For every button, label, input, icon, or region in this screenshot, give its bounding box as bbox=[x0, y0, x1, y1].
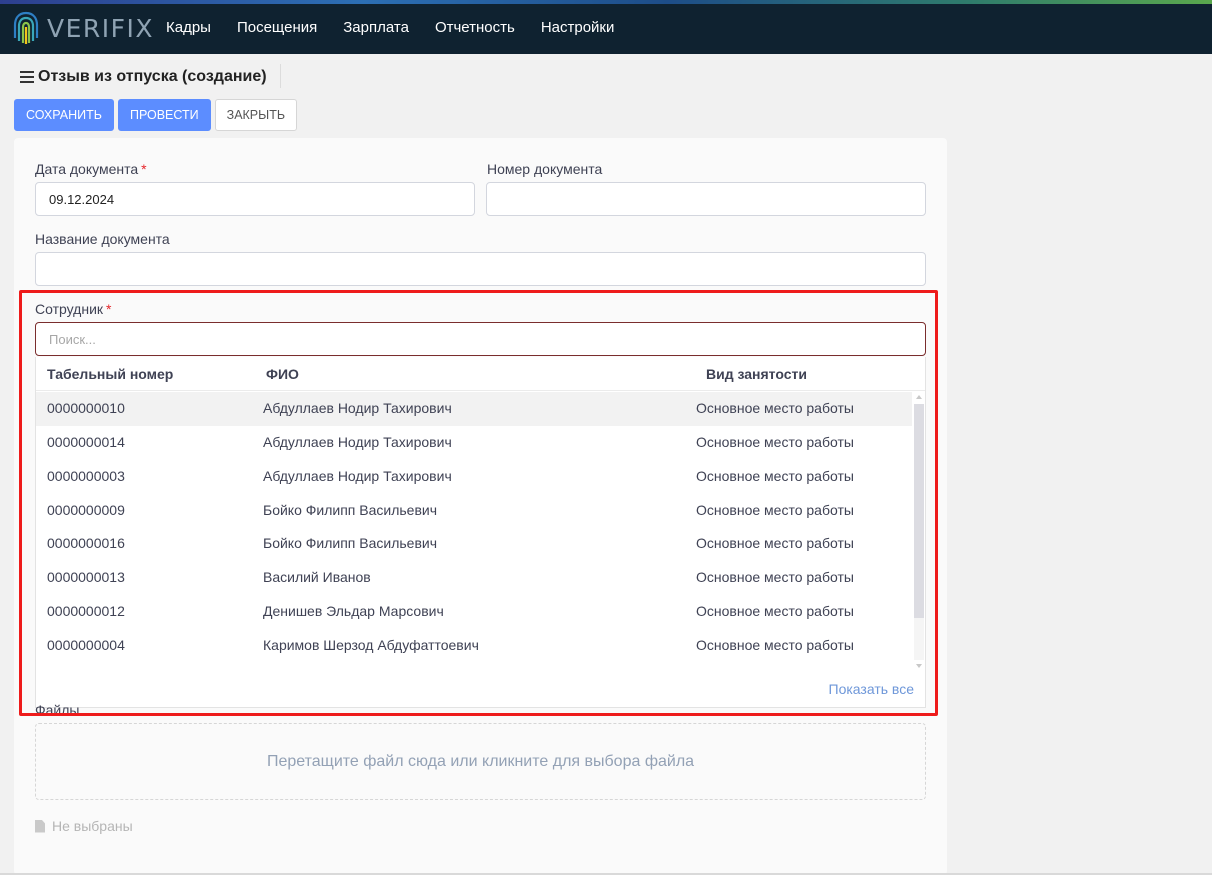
table-row[interactable]: 0000000012 Денишев Эльдар Марсович Основ… bbox=[36, 595, 912, 629]
show-all-link[interactable]: Показать все bbox=[829, 681, 914, 697]
employee-label-text: Сотрудник bbox=[35, 301, 104, 317]
file-icon bbox=[35, 819, 45, 833]
tab-number-cell: 0000000003 bbox=[47, 468, 125, 484]
dropdown-table-header: Табельный номер ФИО Вид занятости bbox=[36, 357, 925, 391]
employment-type-cell: Основное место работы bbox=[696, 400, 854, 416]
tab-number-cell: 0000000004 bbox=[47, 637, 125, 653]
nav-item-zarplata[interactable]: Зарплата bbox=[343, 19, 409, 36]
tab-number-cell: 0000000014 bbox=[47, 434, 125, 450]
nav-item-kadry[interactable]: Кадры bbox=[166, 19, 211, 36]
column-header-employment-type[interactable]: Вид занятости bbox=[706, 366, 807, 382]
fio-cell: Денишев Эльдар Марсович bbox=[263, 603, 444, 619]
table-row[interactable]: 0000000009 Бойко Филипп Васильевич Основ… bbox=[36, 494, 912, 528]
fio-cell: Абдуллаев Нодир Тахирович bbox=[263, 400, 452, 416]
fio-cell: Василий Иванов bbox=[263, 569, 371, 585]
employee-search-input[interactable] bbox=[35, 322, 926, 356]
table-row[interactable]: 0000000014 Абдуллаев Нодир Тахирович Осн… bbox=[36, 426, 912, 460]
no-files-status: Не выбраны bbox=[35, 818, 133, 834]
fio-cell: Бойко Филипп Васильевич bbox=[263, 535, 438, 551]
column-header-tab-number[interactable]: Табельный номер bbox=[47, 366, 173, 382]
close-button[interactable]: Закрыть bbox=[214, 99, 298, 131]
page-title: Отзыв из отпуска (создание) bbox=[38, 68, 267, 85]
doc-date-label-text: Дата документа bbox=[35, 161, 139, 177]
doc-name-field[interactable] bbox=[35, 252, 926, 286]
table-row[interactable]: 0000000003 Абдуллаев Нодир Тахирович Осн… bbox=[36, 460, 912, 494]
employment-type-cell: Основное место работы bbox=[696, 468, 854, 484]
dropdown-scrollbar[interactable] bbox=[912, 392, 926, 672]
employment-type-cell: Основное место работы bbox=[696, 434, 854, 450]
scroll-up-arrow-icon[interactable] bbox=[916, 395, 922, 399]
fio-cell: Абдуллаев Нодир Тахирович bbox=[263, 434, 452, 450]
logo[interactable]: VERIFIX bbox=[13, 10, 154, 46]
column-header-fio[interactable]: ФИО bbox=[266, 366, 299, 382]
table-row[interactable]: 0000000010 Абдуллаев Нодир Тахирович Осн… bbox=[36, 392, 912, 426]
hamburger-menu-icon[interactable] bbox=[20, 71, 34, 83]
fio-cell: Абдуллаев Нодир Тахирович bbox=[263, 468, 452, 484]
tab-number-cell: 0000000012 bbox=[47, 603, 125, 619]
doc-date-field[interactable] bbox=[35, 182, 475, 216]
dropzone-text: Перетащите файл сюда или кликните для вы… bbox=[266, 752, 695, 770]
page-header: Отзыв из отпуска (создание) bbox=[20, 64, 267, 90]
table-row[interactable]: 0000000013 Василий Иванов Основное место… bbox=[36, 561, 912, 595]
doc-number-label: Номер документа bbox=[487, 161, 603, 177]
doc-name-label: Название документа bbox=[35, 231, 170, 247]
top-navbar: VERIFIX Кадры Посещения Зарплата Отчетно… bbox=[0, 0, 1212, 54]
scroll-thumb[interactable] bbox=[914, 404, 924, 618]
files-label: Файлы bbox=[35, 702, 80, 718]
fio-cell: Каримов Шерзод Абдуфаттоевич bbox=[263, 637, 479, 653]
employment-type-cell: Основное место работы bbox=[696, 569, 854, 585]
nav-item-poseshcheniya[interactable]: Посещения bbox=[237, 19, 317, 36]
title-divider bbox=[280, 64, 281, 88]
employment-type-cell: Основное место работы bbox=[696, 637, 854, 653]
logo-text: VERIFIX bbox=[47, 13, 155, 43]
tab-number-cell: 0000000016 bbox=[47, 535, 125, 551]
fio-cell: Бойко Филипп Васильевич bbox=[263, 502, 438, 518]
doc-date-label: Дата документа * bbox=[35, 161, 147, 177]
scroll-down-arrow-icon[interactable] bbox=[916, 664, 922, 668]
save-button[interactable]: Сохранить bbox=[14, 99, 114, 131]
tab-number-cell: 0000000009 bbox=[47, 502, 125, 518]
post-button[interactable]: Провести bbox=[117, 99, 211, 131]
employee-label: Сотрудник * bbox=[35, 301, 111, 317]
employment-type-cell: Основное место работы bbox=[696, 502, 854, 518]
table-row[interactable]: 0000000004 Каримов Шерзод Абдуфаттоевич … bbox=[36, 629, 912, 663]
file-dropzone[interactable]: Перетащите файл сюда или кликните для вы… bbox=[35, 723, 926, 800]
doc-number-field[interactable] bbox=[486, 182, 926, 216]
employment-type-cell: Основное место работы bbox=[696, 603, 854, 619]
toolbar: Сохранить Провести Закрыть bbox=[14, 99, 301, 131]
tab-number-cell: 0000000013 bbox=[47, 569, 125, 585]
required-mark: * bbox=[141, 161, 147, 177]
required-mark: * bbox=[106, 301, 112, 317]
nav-item-nastroyki[interactable]: Настройки bbox=[541, 19, 615, 36]
table-row[interactable]: 0000000016 Бойко Филипп Васильевич Основ… bbox=[36, 527, 912, 561]
employee-dropdown: Табельный номер ФИО Вид занятости 000000… bbox=[35, 357, 926, 708]
tab-number-cell: 0000000010 bbox=[47, 400, 125, 416]
main-nav: Кадры Посещения Зарплата Отчетность Наст… bbox=[166, 0, 640, 54]
nav-item-otchetnost[interactable]: Отчетность bbox=[435, 19, 515, 36]
fingerprint-logo-icon bbox=[13, 11, 39, 44]
no-files-text: Не выбраны bbox=[52, 818, 133, 834]
employment-type-cell: Основное место работы bbox=[696, 535, 854, 551]
